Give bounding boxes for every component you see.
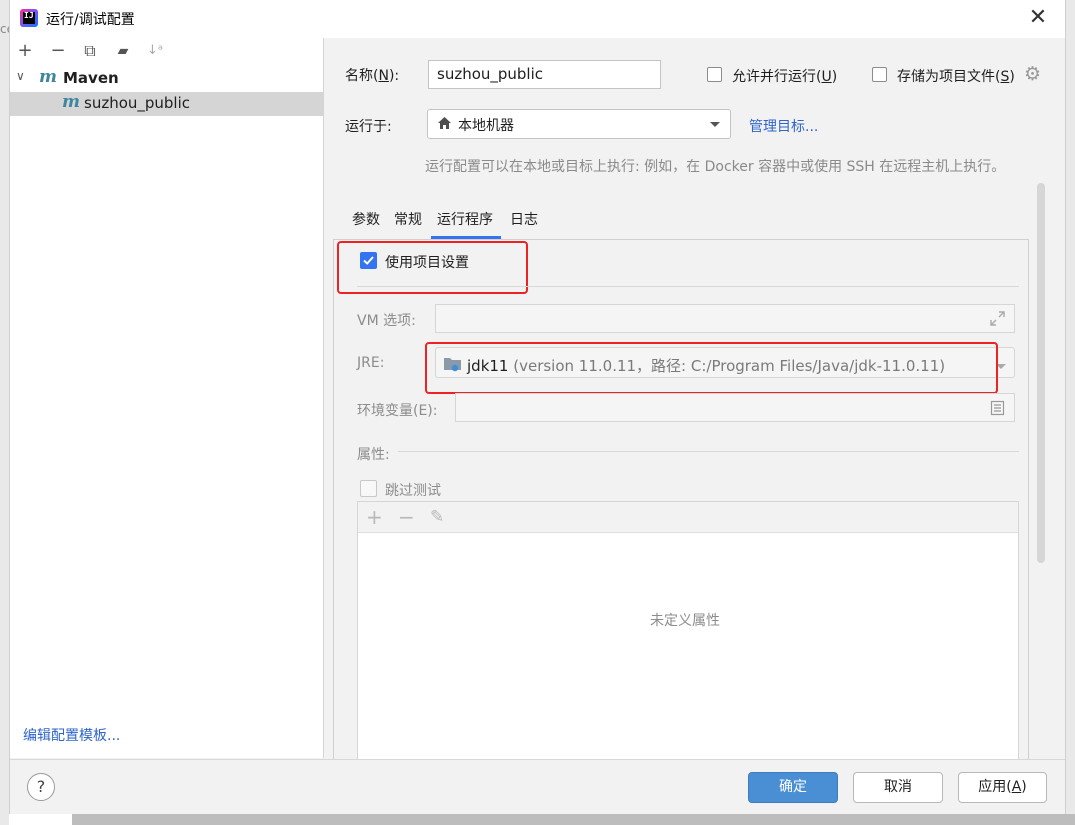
apply-button[interactable]: 应用(A) xyxy=(958,772,1047,803)
edit-property-icon[interactable]: ✎ xyxy=(430,507,444,527)
intellij-app-icon-letters: IJ xyxy=(24,11,34,20)
run-on-hint: 运行配置可以在本地或目标上执行: 例如，在 Docker 容器中或使用 SSH … xyxy=(425,159,1006,175)
folder-add-icon[interactable]: ▰ xyxy=(113,41,133,61)
empty-properties-text: 未定义属性 xyxy=(650,613,720,629)
properties-toolbar xyxy=(358,502,1018,533)
name-label: 名称(N): xyxy=(345,68,400,84)
dropdown-arrow-icon xyxy=(709,117,721,133)
dialog-title: 运行/调试配置 xyxy=(46,12,135,28)
run-on-label: 运行于: xyxy=(345,119,392,135)
scrollbar-thumb[interactable] xyxy=(1037,183,1045,563)
edit-templates-link[interactable]: 编辑配置模板... xyxy=(23,725,120,745)
chevron-down-icon[interactable]: ∨ xyxy=(16,69,25,83)
maven-icon: m xyxy=(39,67,57,87)
help-button[interactable]: ? xyxy=(27,773,55,801)
background-right xyxy=(1066,0,1075,825)
tab-logs[interactable]: 日志 xyxy=(510,209,538,229)
tree-group-label: Maven xyxy=(63,69,119,87)
highlight-box-jre xyxy=(425,342,998,394)
copy-icon[interactable]: ⧉ xyxy=(80,41,100,61)
background-bottom xyxy=(72,814,1075,825)
document-icon[interactable] xyxy=(990,400,1005,420)
jre-label: JRE: xyxy=(357,355,385,371)
allow-parallel-checkbox[interactable] xyxy=(707,67,722,82)
title-bar xyxy=(10,0,1065,38)
name-field-value: suzhou_public xyxy=(437,65,544,83)
allow-parallel-label: 允许并行运行(U) xyxy=(732,69,838,85)
tree-item-label: suzhou_public xyxy=(84,94,191,112)
add-property-icon[interactable]: + xyxy=(366,505,383,529)
properties-table xyxy=(357,501,1019,759)
tab-parameters[interactable]: 参数 xyxy=(352,209,380,229)
sort-icon[interactable]: ↓ᵃ xyxy=(145,41,165,61)
remove-icon[interactable]: − xyxy=(48,41,68,61)
store-as-project-file-checkbox[interactable] xyxy=(872,67,887,82)
expand-icon[interactable] xyxy=(989,310,1006,331)
separator xyxy=(357,286,1019,287)
gear-icon[interactable]: ⚙ xyxy=(1024,63,1041,85)
maven-config-icon: m xyxy=(62,92,80,112)
skip-tests-checkbox[interactable] xyxy=(360,480,377,497)
env-variables-label: 环境变量(E): xyxy=(357,403,438,419)
tab-runner[interactable]: 运行程序 xyxy=(437,209,493,229)
manage-targets-link[interactable]: 管理目标... xyxy=(749,116,818,136)
properties-label: 属性: xyxy=(357,447,390,463)
home-icon xyxy=(437,116,452,134)
tab-general[interactable]: 常规 xyxy=(394,209,422,229)
close-icon[interactable]: ✕ xyxy=(1028,6,1048,30)
vm-options-label: VM 选项: xyxy=(357,313,416,329)
add-icon[interactable]: + xyxy=(15,41,35,61)
env-variables-field[interactable] xyxy=(455,393,1015,422)
cancel-button[interactable]: 取消 xyxy=(853,772,943,803)
remove-property-icon[interactable]: − xyxy=(398,505,415,529)
background-left xyxy=(0,0,9,825)
vm-options-field[interactable] xyxy=(435,304,1015,333)
run-on-value: 本地机器 xyxy=(458,118,514,134)
configuration-tree-panel xyxy=(10,38,324,758)
ok-button[interactable]: 确定 xyxy=(748,772,838,803)
skip-tests-label: 跳过测试 xyxy=(385,483,441,499)
store-as-project-file-label: 存储为项目文件(S) xyxy=(897,69,1015,85)
properties-separator xyxy=(398,451,1019,452)
